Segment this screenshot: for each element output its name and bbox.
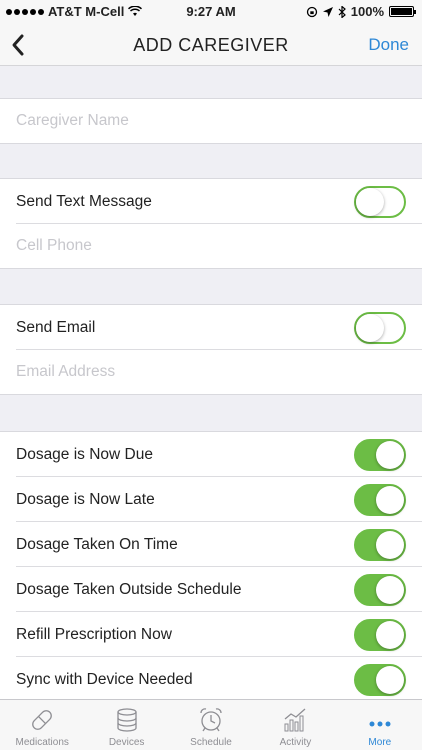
- orientation-lock-icon: [306, 6, 317, 17]
- alarm-clock-icon: [200, 708, 222, 732]
- notification-label: Sync with Device Needed: [16, 670, 193, 688]
- section-spacer: [0, 67, 422, 99]
- notification-row: Sync with Device Needed: [0, 657, 422, 699]
- email-address-placeholder: Email Address: [16, 363, 116, 380]
- section-spacer: [0, 395, 422, 432]
- battery-icon: [389, 6, 416, 17]
- done-button[interactable]: Done: [368, 35, 409, 55]
- tab-devices[interactable]: Devices: [84, 700, 168, 750]
- dosage-taken-on-time-toggle[interactable]: [354, 528, 406, 561]
- bar-chart-icon: [284, 708, 306, 732]
- send-text-toggle[interactable]: [354, 185, 406, 218]
- status-bar: AT&T M-Cell 9:27 AM 100%: [0, 0, 422, 24]
- section-spacer: [0, 269, 422, 305]
- navigation-bar: ADD CAREGIVER Done: [0, 24, 422, 66]
- cell-phone-field[interactable]: Cell Phone: [0, 224, 422, 269]
- dosage-now-late-toggle[interactable]: [354, 483, 406, 516]
- tab-medications[interactable]: Medications: [0, 700, 84, 750]
- tab-activity[interactable]: Activity: [253, 700, 337, 750]
- caregiver-name-field[interactable]: Caregiver Name: [0, 99, 422, 144]
- form-content: Caregiver Name Send Text Message Cell Ph…: [0, 67, 422, 699]
- battery-percent: 100%: [350, 4, 384, 19]
- notification-label: Dosage Taken Outside Schedule: [16, 580, 242, 598]
- device-icon: [116, 708, 137, 732]
- battery-level: [391, 8, 412, 15]
- email-address-field[interactable]: Email Address: [0, 350, 422, 395]
- tab-more[interactable]: More: [338, 700, 422, 750]
- notification-row: Dosage is Now Late: [0, 477, 422, 522]
- send-email-row: Send Email: [0, 305, 422, 350]
- notification-label: Dosage is Now Late: [16, 490, 155, 508]
- tab-schedule[interactable]: Schedule: [169, 700, 253, 750]
- refill-prescription-now-toggle[interactable]: [354, 618, 406, 651]
- notification-row: Dosage Taken On Time: [0, 522, 422, 567]
- status-right: 100%: [306, 4, 416, 19]
- dosage-now-due-toggle[interactable]: [354, 438, 406, 471]
- notification-label: Refill Prescription Now: [16, 625, 172, 643]
- tab-label: Activity: [279, 737, 312, 748]
- notification-label: Dosage Taken On Time: [16, 535, 178, 553]
- caregiver-name-placeholder: Caregiver Name: [16, 112, 129, 129]
- notification-label: Dosage is Now Due: [16, 445, 153, 463]
- notification-row: Refill Prescription Now: [0, 612, 422, 657]
- dosage-taken-outside-schedule-toggle[interactable]: [354, 573, 406, 606]
- tab-label: Devices: [108, 737, 145, 748]
- cell-phone-placeholder: Cell Phone: [16, 237, 92, 254]
- more-dots-icon: [369, 721, 391, 727]
- tab-bar: Medications Devices Schedule Activity Mo…: [0, 699, 422, 750]
- sync-with-device-needed-toggle[interactable]: [354, 663, 406, 696]
- notification-row: Dosage is Now Due: [0, 432, 422, 477]
- pill-icon: [32, 710, 53, 730]
- page-title: ADD CAREGIVER: [133, 35, 289, 55]
- location-arrow-icon: [322, 6, 333, 17]
- bluetooth-icon: [338, 5, 346, 18]
- section-spacer: [0, 144, 422, 179]
- tab-label: Schedule: [190, 737, 232, 748]
- send-text-row: Send Text Message: [0, 179, 422, 224]
- notification-row: Dosage Taken Outside Schedule: [0, 567, 422, 612]
- send-text-label: Send Text Message: [16, 192, 152, 210]
- tab-label: More: [368, 737, 392, 748]
- tab-label: Medications: [15, 737, 69, 748]
- send-email-label: Send Email: [16, 318, 96, 336]
- send-email-toggle[interactable]: [354, 311, 406, 344]
